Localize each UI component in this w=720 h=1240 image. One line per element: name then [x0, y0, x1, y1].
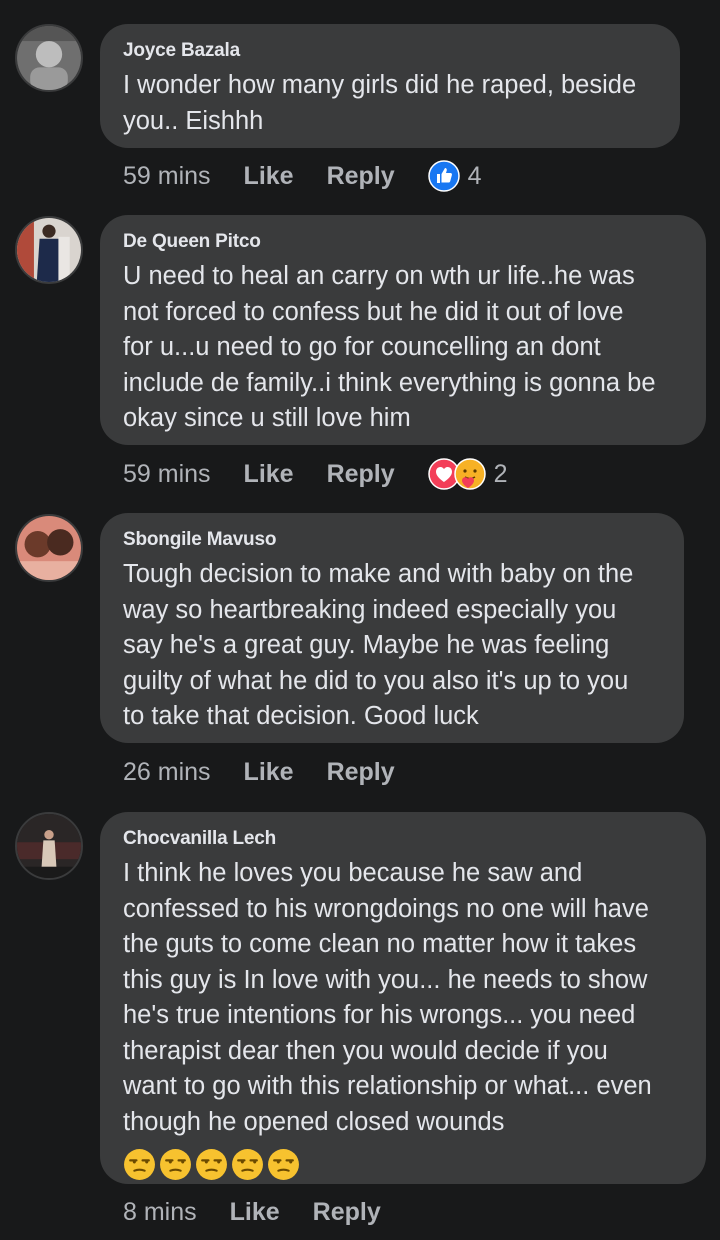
like-button[interactable]: Like [244, 162, 294, 191]
like-icon [427, 160, 460, 192]
like-button[interactable]: Like [230, 1198, 280, 1227]
avatar[interactable] [15, 24, 83, 92]
comment-timestamp[interactable]: 26 mins [123, 758, 211, 787]
comment-text: I wonder how many girls did he raped, be… [123, 68, 658, 139]
comment-text-line: this guy is In love with you... he needs… [123, 965, 648, 994]
unamused-face-icon [267, 1148, 300, 1181]
reaction-summary[interactable]: 2 [427, 458, 508, 490]
comment-text-line: not forced to confess but he did it out … [123, 297, 624, 326]
comment-timestamp[interactable]: 59 mins [123, 460, 211, 489]
comment-text: U need to heal an carry on wth ur life..… [123, 259, 684, 437]
reply-button[interactable]: Reply [327, 162, 395, 191]
comment-text-line: want to go with this relationship or wha… [123, 1072, 652, 1100]
comment-bubble: Chocvanilla Lech I think he loves you be… [100, 812, 706, 1184]
unamused-face-icon [195, 1148, 228, 1181]
comment-author[interactable]: Joyce Bazala [123, 40, 658, 62]
comment-bubble: De Queen Pitco U need to heal an carry o… [100, 215, 706, 445]
comment-bubble: Joyce Bazala I wonder how many girls did… [100, 24, 680, 148]
comment-text: Tough decision to make and with baby on … [123, 557, 662, 735]
like-button[interactable]: Like [244, 758, 294, 787]
comment-text-line: U need to heal an carry on wth ur life..… [123, 262, 635, 290]
comment-text: I think he loves you because he saw and … [123, 856, 684, 1140]
comment-timestamp[interactable]: 59 mins [123, 162, 211, 191]
comment-text-line: include de family..i think everything is… [123, 368, 656, 397]
reply-button[interactable]: Reply [313, 1198, 381, 1227]
unamused-face-icon [123, 1148, 156, 1181]
comment-author[interactable]: De Queen Pitco [123, 231, 684, 253]
comment-text-line: you.. Eishhh [123, 106, 264, 135]
like-button[interactable]: Like [244, 460, 294, 489]
emoji-row [123, 1148, 684, 1182]
avatar[interactable] [15, 812, 83, 880]
comment-text-line: guilty of what he did to you also it's u… [123, 666, 629, 695]
comment-text-line: to take that decision. Good luck [123, 702, 479, 730]
comment-timestamp[interactable]: 8 mins [123, 1198, 197, 1227]
reaction-summary[interactable]: 4 [427, 160, 482, 192]
comment-author[interactable]: Chocvanilla Lech [123, 828, 684, 850]
comment-author[interactable]: Sbongile Mavuso [123, 529, 662, 551]
comment-text-line: he's true intentions for his wrongs... y… [123, 1001, 636, 1029]
comment-text-line: say he's a great guy. Maybe he was feeli… [123, 631, 610, 659]
comment-actions: 59 mins Like Reply 2 [123, 454, 508, 494]
comment-actions: 26 mins Like Reply [123, 752, 428, 792]
reply-button[interactable]: Reply [327, 460, 395, 489]
avatar[interactable] [15, 514, 83, 582]
comment-text-line: confessed to his wrongdoings no one will… [123, 894, 649, 923]
comment-text-line: though he opened closed wounds [123, 1107, 505, 1136]
comment-text-line: okay since u still love him [123, 404, 411, 432]
care-icon [453, 458, 486, 490]
comment-text-line: I wonder how many girls did he raped, be… [123, 71, 637, 99]
comment-text-line: I think he loves you because he saw and [123, 859, 583, 887]
comment-text-line: Tough decision to make and with baby on … [123, 560, 634, 588]
comment-bubble: Sbongile Mavuso Tough decision to make a… [100, 513, 684, 743]
comment-actions: 8 mins Like Reply [123, 1192, 414, 1232]
reaction-count: 4 [467, 161, 482, 190]
comment-text-line: the guts to come clean no matter how it … [123, 930, 637, 958]
comment-text-line: for u...u need to go for councelling an … [123, 333, 601, 361]
unamused-face-icon [159, 1148, 192, 1181]
comment-actions: 59 mins Like Reply 4 [123, 156, 482, 196]
reply-button[interactable]: Reply [327, 758, 395, 787]
comment-text-line: therapist dear then you would decide if … [123, 1036, 608, 1065]
comment-text-line: way so heartbreaking indeed especially y… [123, 595, 617, 624]
avatar[interactable] [15, 216, 83, 284]
unamused-face-icon [231, 1148, 264, 1181]
reaction-count: 2 [493, 459, 508, 488]
